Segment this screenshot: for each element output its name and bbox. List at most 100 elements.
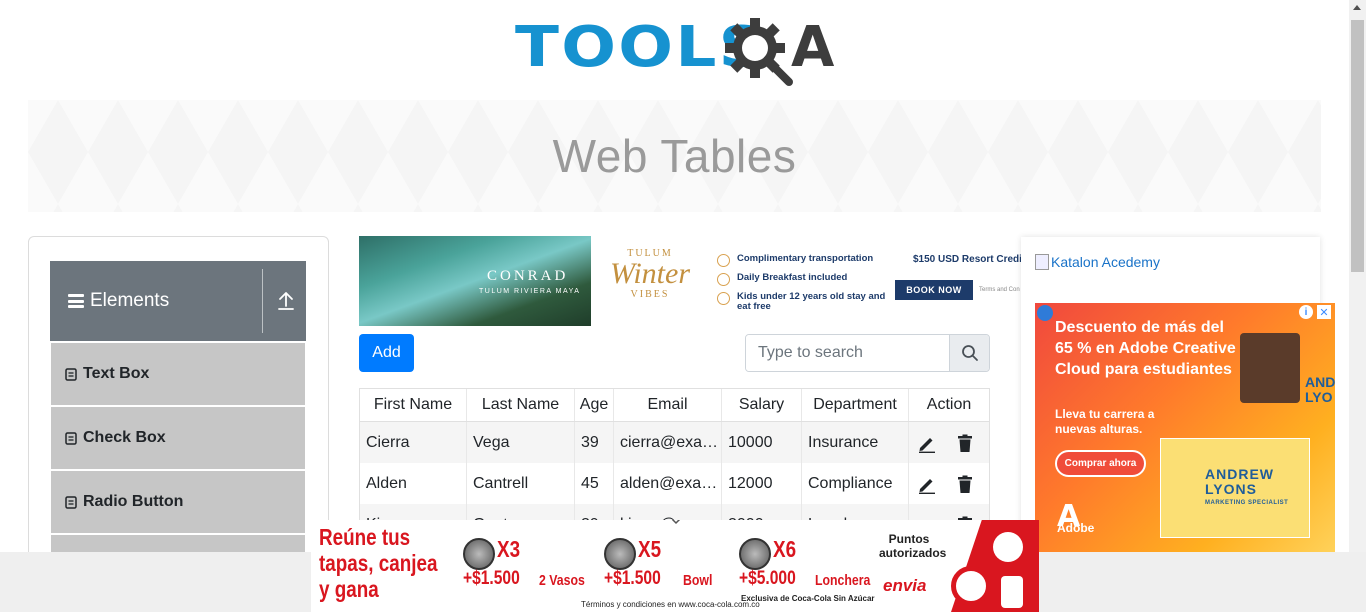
group-header-elements[interactable]: Elements — [50, 261, 306, 341]
coca-cola-ad[interactable]: Reúne tus tapas, canjea y gana X3 +$1.50… — [311, 520, 1039, 612]
hamburger-icon — [68, 294, 84, 308]
close-icon[interactable]: ✕ — [1317, 305, 1331, 319]
group-title: Elements — [90, 290, 170, 311]
cell-email: alden@example.com — [614, 463, 722, 504]
sidebar-item-text-box[interactable]: Text Box — [51, 343, 305, 405]
delete-trash-icon[interactable] — [955, 433, 975, 453]
cell-age: 39 — [575, 422, 614, 463]
cell-action — [909, 463, 989, 504]
coca-cola-logo-icon — [993, 532, 1023, 562]
table-row: Alden Cantrell 45 alden@example.com 1200… — [360, 463, 989, 504]
scroll-up-arrow-icon[interactable] — [1353, 5, 1361, 10]
chevron-down-icon[interactable] — [668, 520, 684, 528]
coke-terms: Términos y condiciones en www.coca-cola.… — [581, 600, 760, 609]
sidebar-item-radio-button[interactable]: Radio Button — [51, 471, 305, 533]
cell-salary: 10000 — [722, 422, 802, 463]
adobe-brand: Adobe — [1057, 521, 1095, 535]
conrad-ad[interactable]: CONRAD TULUM RIVIERA MAYA TULUM Winter V… — [359, 236, 1022, 326]
cell-email: cierra@example.com — [614, 422, 722, 463]
feature-item: Complimentary transportation — [717, 254, 887, 267]
katalon-alt-text: Katalon Acedemy — [1051, 254, 1160, 270]
bottle-cap-icon — [604, 538, 636, 570]
adobe-ad[interactable]: i ✕ Descuento de más del 65 % en Adobe C… — [1035, 303, 1335, 553]
offer-multiplier: X6 — [773, 536, 797, 562]
adobe-logo-icon: A — [1057, 499, 1081, 534]
column-header[interactable]: Email — [614, 389, 722, 421]
toolsqa-logo[interactable]: TOOLS A — [515, 16, 840, 90]
table-header: First Name Last Name Age Email Salary De… — [360, 389, 989, 422]
offer-multiplier: X5 — [638, 536, 662, 562]
adobe-subtext: Lleva tu carrera a nuevas alturas. — [1055, 407, 1155, 436]
cell-last-name: Cantrell — [467, 463, 575, 504]
search-button[interactable] — [949, 335, 989, 371]
page-banner: Web Tables — [28, 100, 1321, 212]
card-role: MARKETING SPECIALIST — [1205, 500, 1289, 506]
ad-choices-icon[interactable] — [1037, 305, 1053, 321]
envia-logo: envia — [883, 576, 927, 595]
business-card: ANDREW LYONS MARKETING SPECIALIST — [1160, 438, 1310, 538]
coke-slogan: Reúne tus tapas, canjea y gana — [319, 524, 438, 602]
feature-item: Daily Breakfast included — [717, 273, 887, 286]
offer-prize: Lonchera — [815, 572, 871, 589]
adobe-buy-button[interactable]: Comprar ahora — [1055, 450, 1146, 477]
coke-puntos: Puntos autorizados — [879, 532, 947, 560]
cell-last-name: Vega — [467, 422, 575, 463]
broken-image-icon — [1035, 254, 1049, 270]
gear-magnifier-icon — [725, 18, 793, 86]
ad-terms: Terms and Con — [979, 287, 1020, 293]
divider — [262, 269, 263, 333]
table-row: Cierra Vega 39 cierra@example.com 10000 … — [360, 422, 989, 463]
collapse-arrow-icon[interactable] — [277, 291, 295, 311]
cell-department: Compliance — [802, 463, 909, 504]
column-header[interactable]: First Name — [360, 389, 467, 421]
delete-trash-icon[interactable] — [955, 474, 975, 494]
offer-price: +$5.000 — [739, 568, 796, 589]
search-icon — [961, 345, 978, 361]
column-header[interactable]: Department — [802, 389, 909, 421]
column-header[interactable]: Last Name — [467, 389, 575, 421]
world-cup-logo-icon — [1001, 576, 1023, 608]
sidebar-item-label: Text Box — [83, 365, 150, 382]
info-icon[interactable]: i — [1299, 305, 1313, 319]
katalon-academy-link[interactable]: Katalon Acedemy — [1035, 254, 1160, 270]
offer-price: +$1.500 — [463, 568, 520, 589]
tulum-winter-vibes: TULUM Winter VIBES — [605, 248, 695, 300]
column-header[interactable]: Action — [909, 389, 989, 421]
offer-multiplier: X3 — [497, 536, 521, 562]
search-input[interactable] — [746, 335, 949, 371]
list-icon — [65, 431, 77, 445]
cell-department: Insurance — [802, 422, 909, 463]
person-photo — [1240, 333, 1300, 403]
sidebar-item-label: Radio Button — [83, 493, 184, 510]
search-box — [745, 334, 990, 372]
cell-first-name: Alden — [360, 463, 467, 504]
offer-price: +$1.500 — [604, 568, 661, 589]
offer-prize: 2 Vasos — [539, 572, 585, 589]
logo-a-text: A — [791, 15, 835, 80]
offer-prize: Bowl — [683, 572, 713, 589]
cell-age: 45 — [575, 463, 614, 504]
feature-item: Kids under 12 years old stay and eat fre… — [717, 292, 887, 312]
ring-decoration — [951, 566, 991, 606]
scroll-thumb[interactable] — [1351, 20, 1364, 272]
page-scrollbar[interactable] — [1349, 0, 1366, 552]
column-header[interactable]: Age — [575, 389, 614, 421]
coke-exclusive: Exclusiva de Coca-Cola Sin Azúcar — [741, 594, 875, 603]
edit-pencil-icon[interactable] — [917, 433, 937, 453]
tulum-bottom: VIBES — [630, 289, 670, 300]
sidebar-item-check-box[interactable]: Check Box — [51, 407, 305, 469]
book-now-button[interactable]: BOOK NOW — [895, 280, 973, 300]
cell-action — [909, 422, 989, 463]
conrad-brand: CONRAD — [487, 268, 569, 284]
edit-pencil-icon[interactable] — [917, 474, 937, 494]
column-header[interactable]: Salary — [722, 389, 802, 421]
bottle-cap-icon — [463, 538, 495, 570]
page: TOOLS A Web Tables Elements Text Box Che… — [0, 0, 1366, 612]
bottle-cap-icon — [739, 538, 771, 570]
conrad-location: TULUM RIVIERA MAYA — [479, 288, 581, 295]
add-button[interactable]: Add — [359, 334, 414, 372]
list-icon — [65, 367, 77, 381]
tulum-mid: Winter — [610, 257, 690, 290]
resort-credit: $150 USD Resort Credit — [913, 254, 1022, 265]
ad-features: Complimentary transportation Daily Break… — [717, 254, 887, 321]
